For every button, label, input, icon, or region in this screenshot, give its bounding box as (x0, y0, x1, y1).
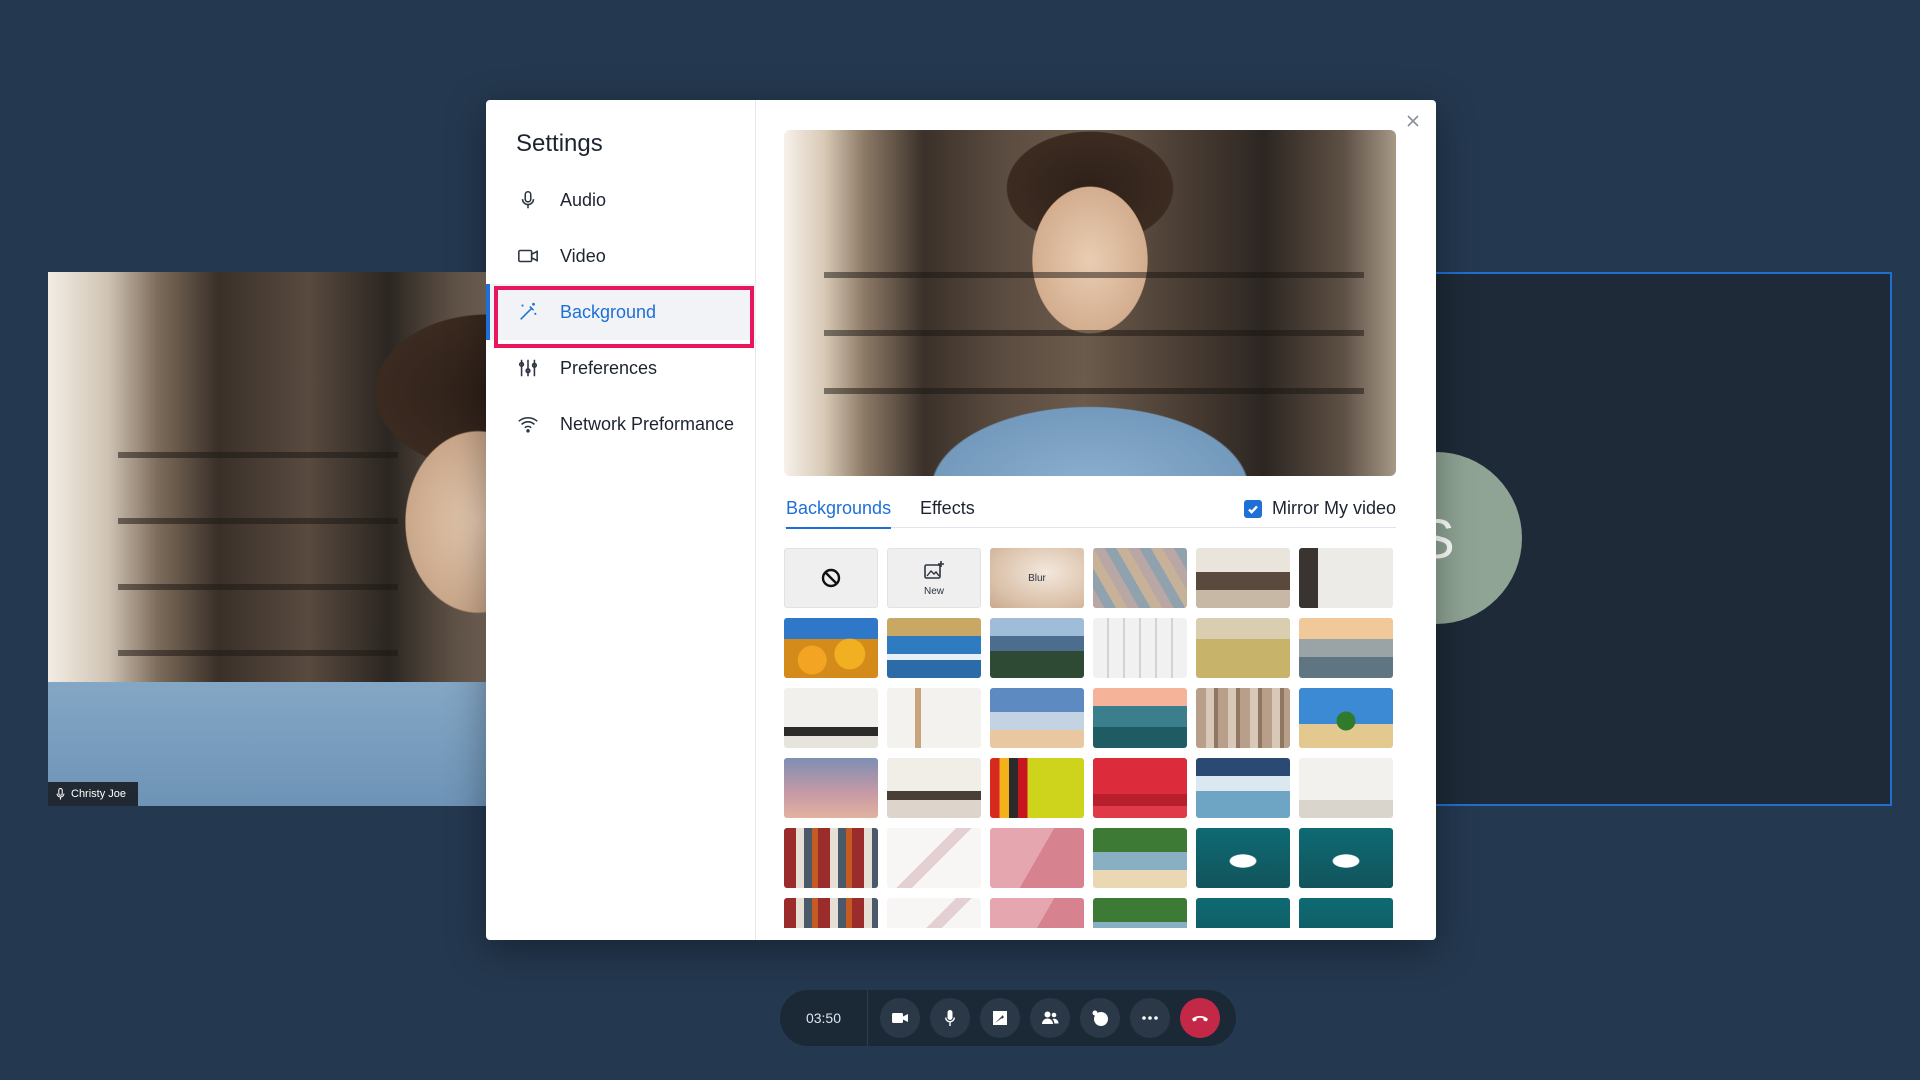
camera-preview (784, 130, 1396, 476)
background-thumbnail[interactable] (1196, 548, 1290, 608)
more-options-button[interactable] (1130, 998, 1170, 1038)
camera-button[interactable] (880, 998, 920, 1038)
call-toolbar: 03:50 (780, 990, 1236, 1046)
microphone-icon (516, 188, 540, 212)
end-call-icon (1192, 1016, 1208, 1022)
nav-item-video[interactable]: Video (486, 228, 756, 284)
settings-nav: Audio Video Background Preferences Netwo… (486, 172, 756, 452)
toolbar-buttons (868, 998, 1220, 1038)
background-thumbnail[interactable] (1196, 898, 1290, 928)
background-thumbnail[interactable] (1093, 758, 1187, 818)
microphone-icon (945, 1010, 955, 1026)
background-thumbnail[interactable] (990, 898, 1084, 928)
nav-label: Background (560, 301, 657, 322)
background-thumbnail[interactable] (1299, 548, 1393, 608)
wifi-icon (516, 412, 540, 436)
background-thumbnail[interactable] (990, 618, 1084, 678)
more-icon (1142, 1016, 1158, 1020)
background-thumbnail[interactable] (887, 898, 981, 928)
participant-name-tag: Christy Joe (48, 782, 139, 806)
reactions-icon (1092, 1010, 1108, 1026)
background-thumbnail[interactable] (1196, 828, 1290, 888)
mirror-label: Mirror My video (1271, 498, 1396, 518)
nav-label: Video (560, 245, 606, 266)
nav-label: Preferences (560, 357, 658, 378)
checkmark-icon (1248, 505, 1258, 514)
call-timer: 03:50 (780, 990, 868, 1046)
magic-wand-icon (516, 300, 540, 324)
background-thumbnail-grid: New Blur (784, 548, 1396, 928)
no-background-option[interactable] (784, 548, 878, 608)
close-button[interactable] (1402, 110, 1424, 132)
nav-item-network-performance[interactable]: Network Preformance (486, 396, 756, 452)
background-thumbnail[interactable] (887, 688, 981, 748)
nav-item-audio[interactable]: Audio (486, 172, 756, 228)
background-thumbnail[interactable] (887, 618, 981, 678)
new-label: New (923, 585, 944, 597)
background-thumbnail[interactable] (990, 688, 1084, 748)
nav-label: Audio (560, 189, 607, 210)
video-camera-icon (516, 244, 540, 268)
reactions-button[interactable] (1080, 998, 1120, 1038)
background-thumbnail[interactable] (784, 828, 878, 888)
mirror-video-toggle[interactable]: Mirror My video (1243, 498, 1396, 519)
share-screen-button[interactable] (980, 998, 1020, 1038)
background-thumbnail[interactable] (784, 688, 878, 748)
background-thumbnail[interactable] (784, 758, 878, 818)
no-background-icon (821, 568, 841, 588)
new-background-button[interactable]: New (887, 548, 981, 608)
microphone-button[interactable] (930, 998, 970, 1038)
background-thumbnail[interactable] (1299, 758, 1393, 818)
background-thumbnail[interactable] (1093, 898, 1187, 928)
tab-backgrounds[interactable]: Backgrounds (786, 498, 892, 529)
sliders-icon (516, 356, 540, 380)
nav-label: Network Preformance (560, 413, 735, 434)
background-thumbnail[interactable] (1299, 828, 1393, 888)
bookshelf-backdrop (118, 392, 398, 692)
background-thumbnail[interactable] (1196, 688, 1290, 748)
participants-button[interactable] (1030, 998, 1070, 1038)
background-thumbnail[interactable] (1196, 758, 1290, 818)
bookshelf-backdrop (824, 220, 1364, 440)
background-thumbnail[interactable] (990, 828, 1084, 888)
background-thumbnail[interactable] (784, 898, 878, 928)
background-thumbnail[interactable] (990, 758, 1084, 818)
background-tabs: Backgrounds Effects Mirror My video (784, 488, 1396, 529)
background-thumbnail[interactable] (1196, 618, 1290, 678)
microphone-icon (56, 788, 65, 800)
share-screen-icon (993, 1011, 1007, 1025)
settings-dialog: Settings Audio Video Background Preferen… (486, 100, 1436, 940)
background-thumbnail[interactable] (1093, 618, 1187, 678)
participant-name: Christy Joe (71, 788, 127, 800)
nav-item-background[interactable]: Background (486, 284, 756, 340)
background-thumbnail[interactable] (1299, 898, 1393, 928)
background-thumbnail[interactable] (1093, 828, 1187, 888)
mirror-checkbox[interactable] (1243, 499, 1262, 518)
self-video-tile: Christy Joe (48, 272, 548, 806)
blur-option[interactable]: Blur (990, 548, 1084, 608)
background-thumbnail[interactable] (1299, 618, 1393, 678)
background-thumbnail[interactable] (784, 618, 878, 678)
background-thumbnail[interactable] (887, 758, 981, 818)
camera-icon (892, 1013, 908, 1023)
tab-effects[interactable]: Effects (920, 498, 975, 527)
background-thumbnail[interactable] (887, 828, 981, 888)
background-thumbnail[interactable] (1093, 548, 1187, 608)
background-thumbnail[interactable] (1093, 688, 1187, 748)
add-image-icon (924, 560, 944, 579)
participants-icon (1042, 1011, 1059, 1024)
nav-item-preferences[interactable]: Preferences (486, 340, 756, 396)
close-icon (1407, 115, 1419, 127)
background-thumbnail[interactable] (1299, 688, 1393, 748)
end-call-button[interactable] (1180, 998, 1220, 1038)
dialog-title: Settings (516, 130, 603, 157)
settings-sidebar: Settings Audio Video Background Preferen… (486, 100, 756, 940)
blur-label: Blur (1028, 572, 1046, 584)
